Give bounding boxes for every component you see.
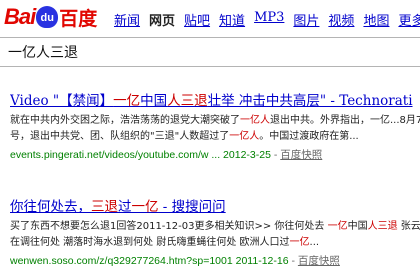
nav-more[interactable]: 更多»	[398, 10, 420, 29]
result-url: wenwen.soso.com/z/q329277264.htm?sp=1001	[10, 255, 233, 267]
result-meta: wenwen.soso.com/z/q329277264.htm?sp=1001…	[10, 255, 340, 267]
nav-tieba[interactable]: 贴吧	[184, 10, 210, 29]
result-snippet-line: 号，退出中共党、团、队组织的"三退"人数超过了一亿人。中国过渡政府在第...	[10, 131, 359, 142]
baidu-logo[interactable]: Bai du 百度	[4, 2, 97, 32]
cache-link[interactable]: 百度快照	[280, 149, 322, 161]
result-title-link[interactable]: Video "【禁闻】一亿中国人三退壮举 冲击中共高层" - Technorat…	[10, 92, 420, 110]
nav-zhidao[interactable]: 知道	[219, 10, 245, 29]
paw-icon: du	[36, 6, 59, 28]
result-date: 2011-12-16	[235, 255, 289, 267]
logo-text-bai: Bai	[4, 4, 36, 29]
result-date: 2012-3-25	[223, 149, 271, 161]
result-title-link[interactable]: 你往何处去，三退过一亿 - 搜搜问问	[10, 198, 420, 216]
nav-news[interactable]: 新闻	[114, 10, 140, 29]
nav-images[interactable]: 图片	[293, 10, 319, 29]
nav-web: 网页	[149, 14, 176, 29]
nav-video[interactable]: 视频	[328, 10, 354, 29]
nav-mp3[interactable]: MP3	[254, 10, 284, 29]
logo-text-cn: 百度	[59, 7, 98, 30]
nav-map[interactable]: 地图	[363, 10, 389, 29]
cache-link[interactable]: 百度快照	[298, 255, 340, 267]
search-result: 你往何处去，三退过一亿 - 搜搜问问 买了东西不想要怎么退1回答2011-12-…	[10, 198, 420, 269]
result-snippet-line: 就在中共内外交困之际，浩浩荡荡的退党大潮突破了一亿人退出中共。外界指出，一亿..…	[10, 115, 420, 126]
search-category-nav: 新闻 网页 贴吧 知道 MP3 图片 视频 地图 更多»	[114, 10, 420, 29]
result-snippet-line: 在调往何处 潮落时海水退到何处 尉氏嗨重蝇往何处 欧洲人口过一亿...	[10, 237, 320, 248]
result-url: events.pingerati.net/videos/youtube.com/…	[10, 149, 221, 161]
top-bar: Bai du 百度 新闻 网页 贴吧 知道 MP3 图片 视频 地图 更多»	[0, 0, 420, 40]
result-meta: events.pingerati.net/videos/youtube.com/…	[10, 149, 323, 161]
search-result: Video "【禁闻】一亿中国人三退壮举 冲击中共高层" - Technorat…	[10, 92, 420, 163]
result-snippet-line: 买了东西不想要怎么退1回答2011-12-03更多相关知识>> 你往何处去 一亿…	[10, 221, 420, 232]
search-box[interactable]	[0, 37, 420, 67]
search-input[interactable]	[0, 38, 420, 66]
